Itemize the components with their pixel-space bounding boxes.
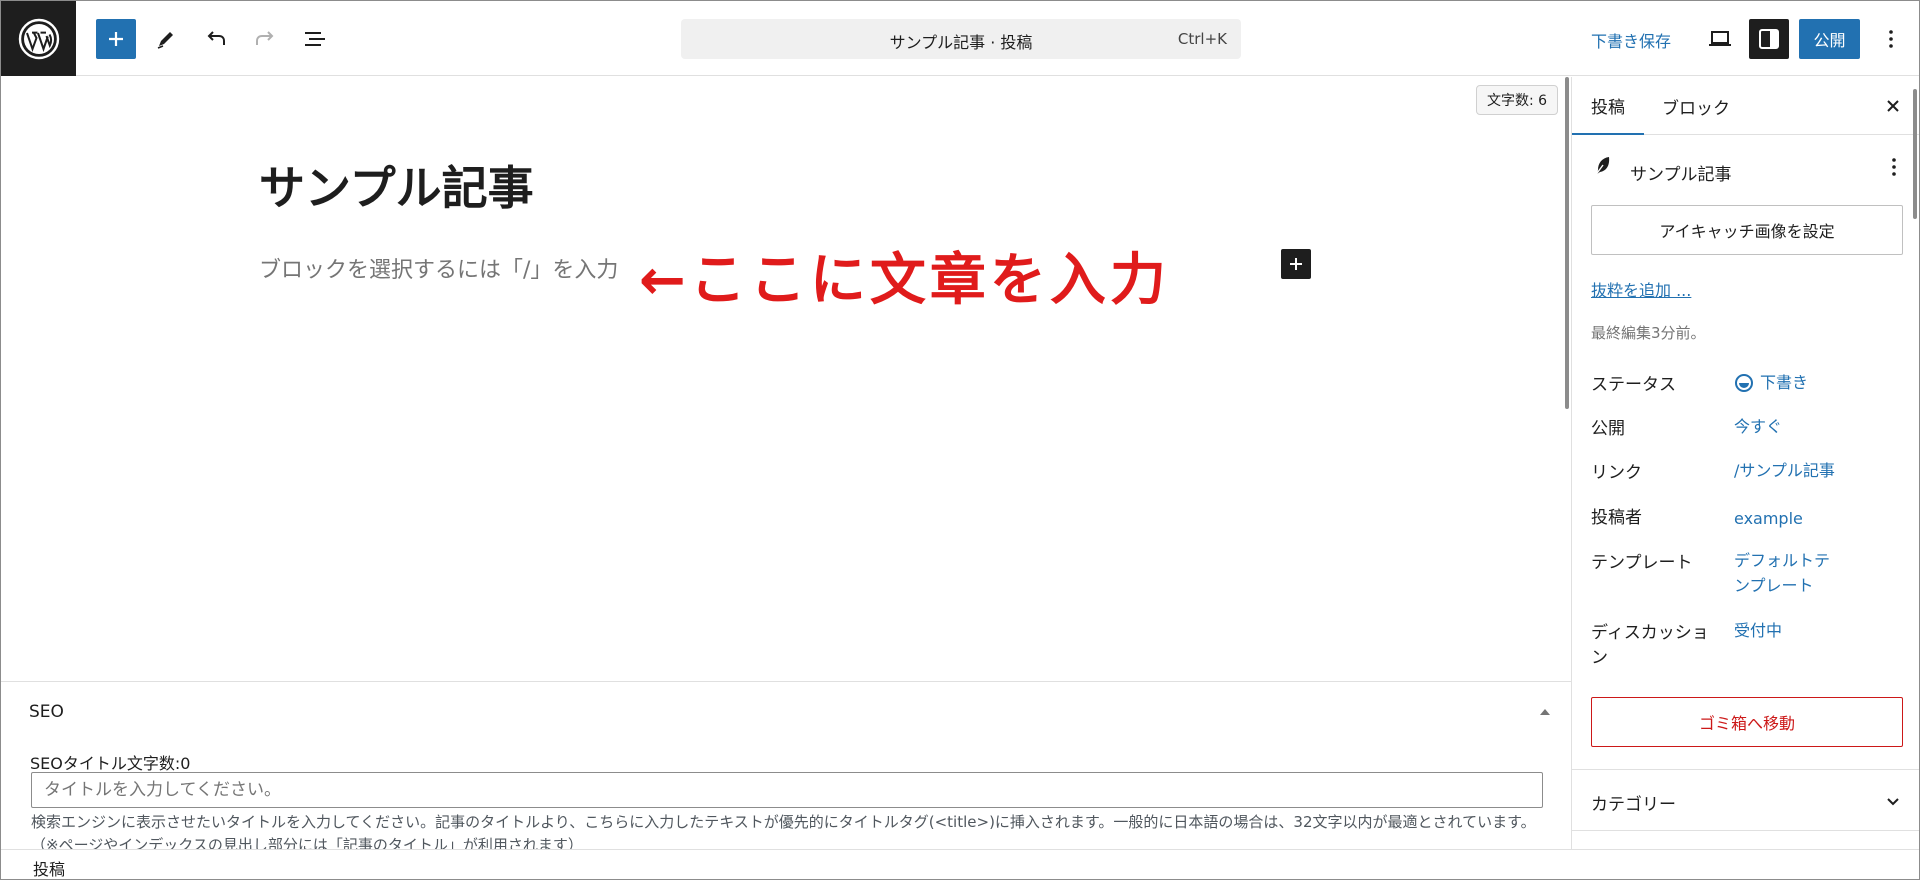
add-excerpt-link[interactable]: 抜粋を追加 ...: [1591, 277, 1691, 301]
set-featured-image-button[interactable]: アイキャッチ画像を設定: [1591, 205, 1903, 255]
sidebar-icon: [1759, 29, 1779, 49]
seo-title-input[interactable]: [31, 772, 1543, 808]
keyboard-shortcut-hint: Ctrl+K: [1177, 30, 1227, 48]
editor-top-toolbar: サンプル記事 · 投稿 Ctrl+K 下書き保存 公開: [1, 1, 1919, 76]
status-label: ステータス: [1591, 375, 1676, 395]
document-title: サンプル記事 · 投稿: [889, 33, 1033, 52]
discussion-label: ディスカッション: [1591, 623, 1709, 668]
collapse-icon[interactable]: [1537, 704, 1553, 718]
document-overview-button[interactable]: [295, 19, 335, 59]
template-value[interactable]: デフォルトテンプレート: [1734, 548, 1842, 598]
publish-button[interactable]: 公開: [1799, 19, 1860, 59]
preview-icon: [1709, 31, 1731, 46]
post-feather-icon: [1592, 155, 1614, 177]
move-to-trash-button[interactable]: ゴミ箱へ移動: [1591, 697, 1903, 747]
publish-label: 公開: [1591, 419, 1625, 439]
plus-icon: [1290, 258, 1302, 270]
block-breadcrumb-bar: 投稿: [1, 849, 1919, 879]
plus-icon: [109, 32, 123, 46]
author-label: 投稿者: [1591, 508, 1642, 528]
close-icon[interactable]: [1882, 95, 1904, 117]
last-edited-text: 最終編集3分前。: [1591, 324, 1706, 342]
save-draft-button[interactable]: 下書き保存: [1591, 28, 1671, 52]
undo-icon: [207, 31, 225, 45]
categories-panel[interactable]: カテゴリー: [1572, 769, 1919, 831]
sidebar-post-title: サンプル記事: [1630, 165, 1732, 185]
wordpress-logo-icon[interactable]: [1, 1, 76, 76]
command-palette-bar[interactable]: サンプル記事 · 投稿 Ctrl+K: [681, 19, 1241, 59]
block-placeholder[interactable]: ブロックを選択するには「/」を入力: [259, 252, 618, 284]
categories-label: カテゴリー: [1591, 795, 1676, 815]
pencil-icon: [157, 32, 173, 49]
link-label: リンク: [1591, 463, 1642, 483]
post-title-input[interactable]: サンプル記事: [259, 152, 534, 218]
word-count-badge: 文字数: 6: [1476, 85, 1559, 115]
sidebar-scrollbar[interactable]: [1913, 89, 1917, 219]
template-label: テンプレート: [1591, 553, 1693, 573]
preview-button[interactable]: [1700, 19, 1740, 59]
link-value[interactable]: /サンプル記事: [1734, 458, 1835, 483]
tab-post[interactable]: 投稿: [1572, 77, 1644, 135]
breadcrumb[interactable]: 投稿: [33, 856, 65, 879]
editor-window: サンプル記事 · 投稿 Ctrl+K 下書き保存 公開 文字数: 6 サンプル記…: [0, 0, 1920, 880]
sidebar-tabs: 投稿 ブロック: [1572, 77, 1919, 135]
undo-button[interactable]: [196, 19, 236, 59]
list-view-icon: [305, 32, 325, 46]
more-vertical-icon: [1889, 30, 1893, 48]
more-vertical-icon[interactable]: [1884, 157, 1904, 177]
settings-sidebar-toggle[interactable]: [1749, 19, 1789, 59]
options-button[interactable]: [1871, 19, 1911, 59]
redo-icon: [256, 31, 274, 45]
block-inserter-button[interactable]: [96, 19, 136, 59]
add-block-button[interactable]: [1281, 249, 1311, 279]
seo-description: 検索エンジンに表示させたいタイトルを入力してください。記事のタイトルより、こちら…: [31, 813, 1536, 849]
tab-block[interactable]: ブロック: [1662, 77, 1762, 135]
seo-heading[interactable]: SEO: [29, 702, 64, 722]
publish-value[interactable]: 今すぐ: [1734, 414, 1782, 439]
draft-status-icon: [1734, 373, 1754, 393]
tools-button[interactable]: [146, 19, 186, 59]
seo-title-count: SEOタイトル文字数:0: [30, 754, 191, 773]
annotation-text: ←ここに文章を入力: [639, 248, 1170, 313]
editor-canvas[interactable]: 文字数: 6 サンプル記事 ブロックを選択するには「/」を入力 ←ここに文章を入…: [1, 77, 1571, 681]
chevron-down-icon: [1884, 792, 1902, 810]
status-value[interactable]: 下書き: [1760, 370, 1808, 395]
redo-button[interactable]: [245, 19, 285, 59]
canvas-scrollbar[interactable]: [1565, 77, 1569, 409]
settings-sidebar: 投稿 ブロック サンプル記事 アイキャッチ画像を設定 抜粋を追加 ... 最終編…: [1571, 77, 1919, 849]
discussion-value[interactable]: 受付中: [1734, 618, 1782, 643]
author-value[interactable]: example: [1734, 506, 1803, 531]
seo-metabox: SEO SEOタイトル文字数:0 検索エンジンに表示させたいタイトルを入力してく…: [1, 681, 1571, 849]
